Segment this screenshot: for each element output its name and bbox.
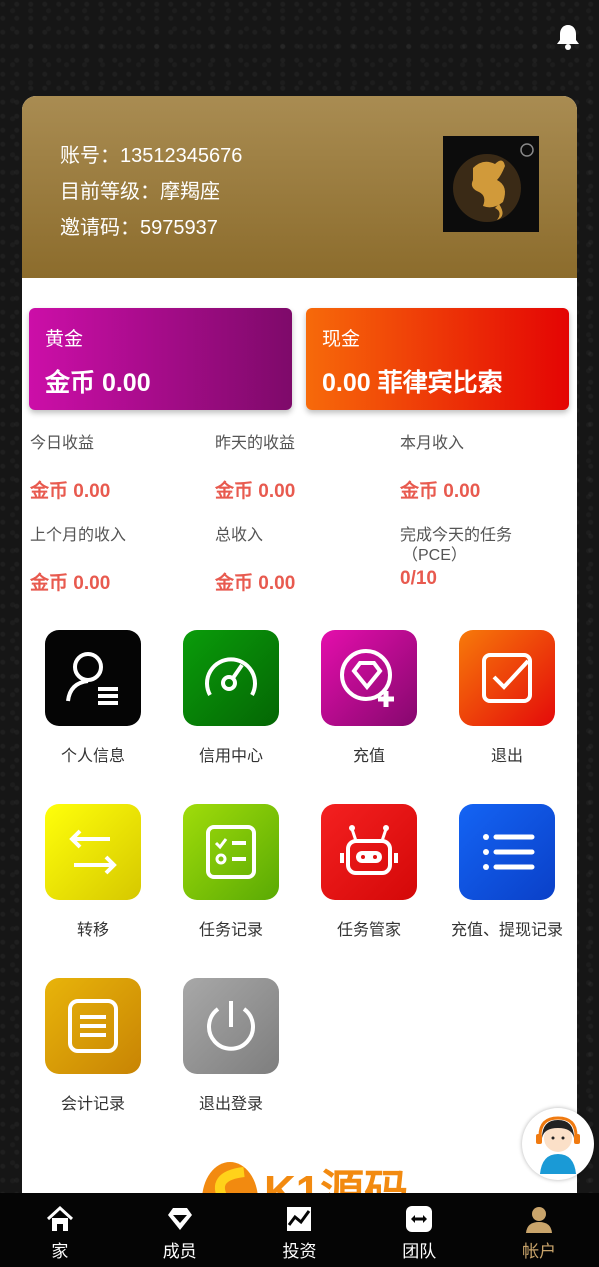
stat-value: 金币 0.00	[215, 573, 296, 594]
stat-today: 今日收益 金币 0.00	[30, 434, 215, 520]
invite-code: 邀请码：5975937	[60, 217, 218, 239]
stat-value: 金币 0.00	[30, 573, 111, 594]
menu-label: 信用中心	[198, 748, 263, 765]
nav-label: 帐户	[522, 1242, 557, 1261]
nav-label: 投资	[282, 1242, 317, 1261]
menu-task-records[interactable]: 任务记录	[162, 804, 300, 952]
menu-label: 个人信息	[60, 748, 125, 765]
bottom-navigation: 家 成员 投资 团队 帐户	[0, 1193, 599, 1267]
nav-team[interactable]: 团队	[359, 1193, 479, 1267]
menu-credit-center[interactable]: 信用中心	[162, 630, 300, 778]
nav-account[interactable]: 帐户	[479, 1193, 599, 1267]
stat-title: 总收入	[215, 527, 264, 544]
stat-title: 上个月的收入	[30, 527, 127, 544]
stat-value: 金币 0.00	[400, 481, 481, 502]
stat-value: 金币 0.00	[30, 481, 111, 502]
menu-accounting-records[interactable]: 会计记录	[24, 978, 162, 1126]
nav-members[interactable]: 成员	[120, 1193, 240, 1267]
menu-logout[interactable]: 退出登录	[162, 978, 300, 1126]
nav-label: 成员	[162, 1242, 197, 1261]
nav-label: 团队	[402, 1242, 437, 1261]
function-menu: 个人信息 信用中心 充值 退出 转移 任务记录 任务管家 充值、提现记录 会计记…	[22, 612, 577, 1126]
stat-title: 本月收入	[400, 435, 465, 452]
customer-service-icon[interactable]	[522, 1108, 594, 1180]
menu-label: 转移	[76, 922, 109, 939]
stat-title: 今日收益	[30, 435, 95, 452]
stat-value: 0/10	[400, 568, 437, 589]
checklist-icon	[183, 804, 279, 900]
stat-this-month: 本月收入 金币 0.00	[400, 434, 570, 520]
team-icon	[406, 1206, 433, 1232]
account-panel: 账号：13512345676 目前等级：摩羯座 邀请码：5975937 黄金 金…	[22, 96, 577, 1193]
account-number: 账号：13512345676	[60, 145, 243, 167]
list-icon	[459, 804, 555, 900]
gold-balance: 金币 0.00	[45, 369, 151, 397]
menu-task-manager[interactable]: 任务管家	[300, 804, 438, 952]
menu-transfer[interactable]: 转移	[24, 804, 162, 952]
avatar	[443, 136, 539, 232]
robot-icon	[321, 804, 417, 900]
menu-label: 任务管家	[336, 922, 401, 939]
gauge-icon	[183, 630, 279, 726]
user-icon	[45, 630, 141, 726]
bell-icon[interactable]	[553, 22, 583, 52]
gold-wallet-card[interactable]: 黄金 金币 0.00	[29, 308, 292, 410]
stat-total: 总收入 金币 0.00	[215, 526, 400, 612]
member-level: 目前等级：摩羯座	[60, 181, 220, 203]
stat-yesterday: 昨天的收益 金币 0.00	[215, 434, 400, 520]
menu-withdraw[interactable]: 退出	[438, 630, 576, 778]
menu-label: 退出登录	[198, 1096, 263, 1113]
ledger-icon	[45, 978, 141, 1074]
menu-label: 充值、提现记录	[450, 922, 563, 939]
menu-label: 退出	[490, 748, 523, 765]
menu-label: 会计记录	[60, 1096, 125, 1113]
menu-personal-info[interactable]: 个人信息	[24, 630, 162, 778]
menu-label: 充值	[352, 748, 385, 765]
earnings-stats: 今日收益 金币 0.00 昨天的收益 金币 0.00 本月收入 金币 0.00 …	[22, 410, 577, 612]
gold-label: 黄金	[45, 329, 84, 350]
stat-title-unit: （PCE）	[402, 547, 467, 564]
home-icon	[46, 1205, 73, 1231]
stat-last-month: 上个月的收入 金币 0.00	[30, 526, 215, 612]
chart-icon	[287, 1207, 312, 1231]
transfer-arrows-icon	[45, 804, 141, 900]
menu-recharge[interactable]: 充值	[300, 630, 438, 778]
checkbox-icon	[459, 630, 555, 726]
nav-invest[interactable]: 投资	[240, 1193, 360, 1267]
stat-title: 完成今天的任务	[400, 527, 513, 544]
stat-value: 金币 0.00	[215, 481, 296, 502]
person-icon	[526, 1207, 553, 1233]
menu-label: 任务记录	[198, 922, 263, 939]
diamond-icon	[167, 1208, 192, 1230]
stat-tasks-today: 完成今天的任务 （PCE） 0/10	[400, 526, 570, 612]
account-header: 账号：13512345676 目前等级：摩羯座 邀请码：5975937	[22, 96, 577, 278]
nav-home[interactable]: 家	[0, 1193, 120, 1267]
cash-label: 现金	[322, 329, 361, 350]
cash-wallet-card[interactable]: 现金 0.00 菲律宾比索	[306, 308, 569, 410]
diamond-plus-icon	[321, 630, 417, 726]
cash-balance: 0.00 菲律宾比索	[322, 369, 503, 397]
nav-label: 家	[51, 1242, 69, 1261]
power-icon	[183, 978, 279, 1074]
menu-transaction-records[interactable]: 充值、提现记录	[438, 804, 576, 952]
stat-title: 昨天的收益	[215, 435, 296, 452]
